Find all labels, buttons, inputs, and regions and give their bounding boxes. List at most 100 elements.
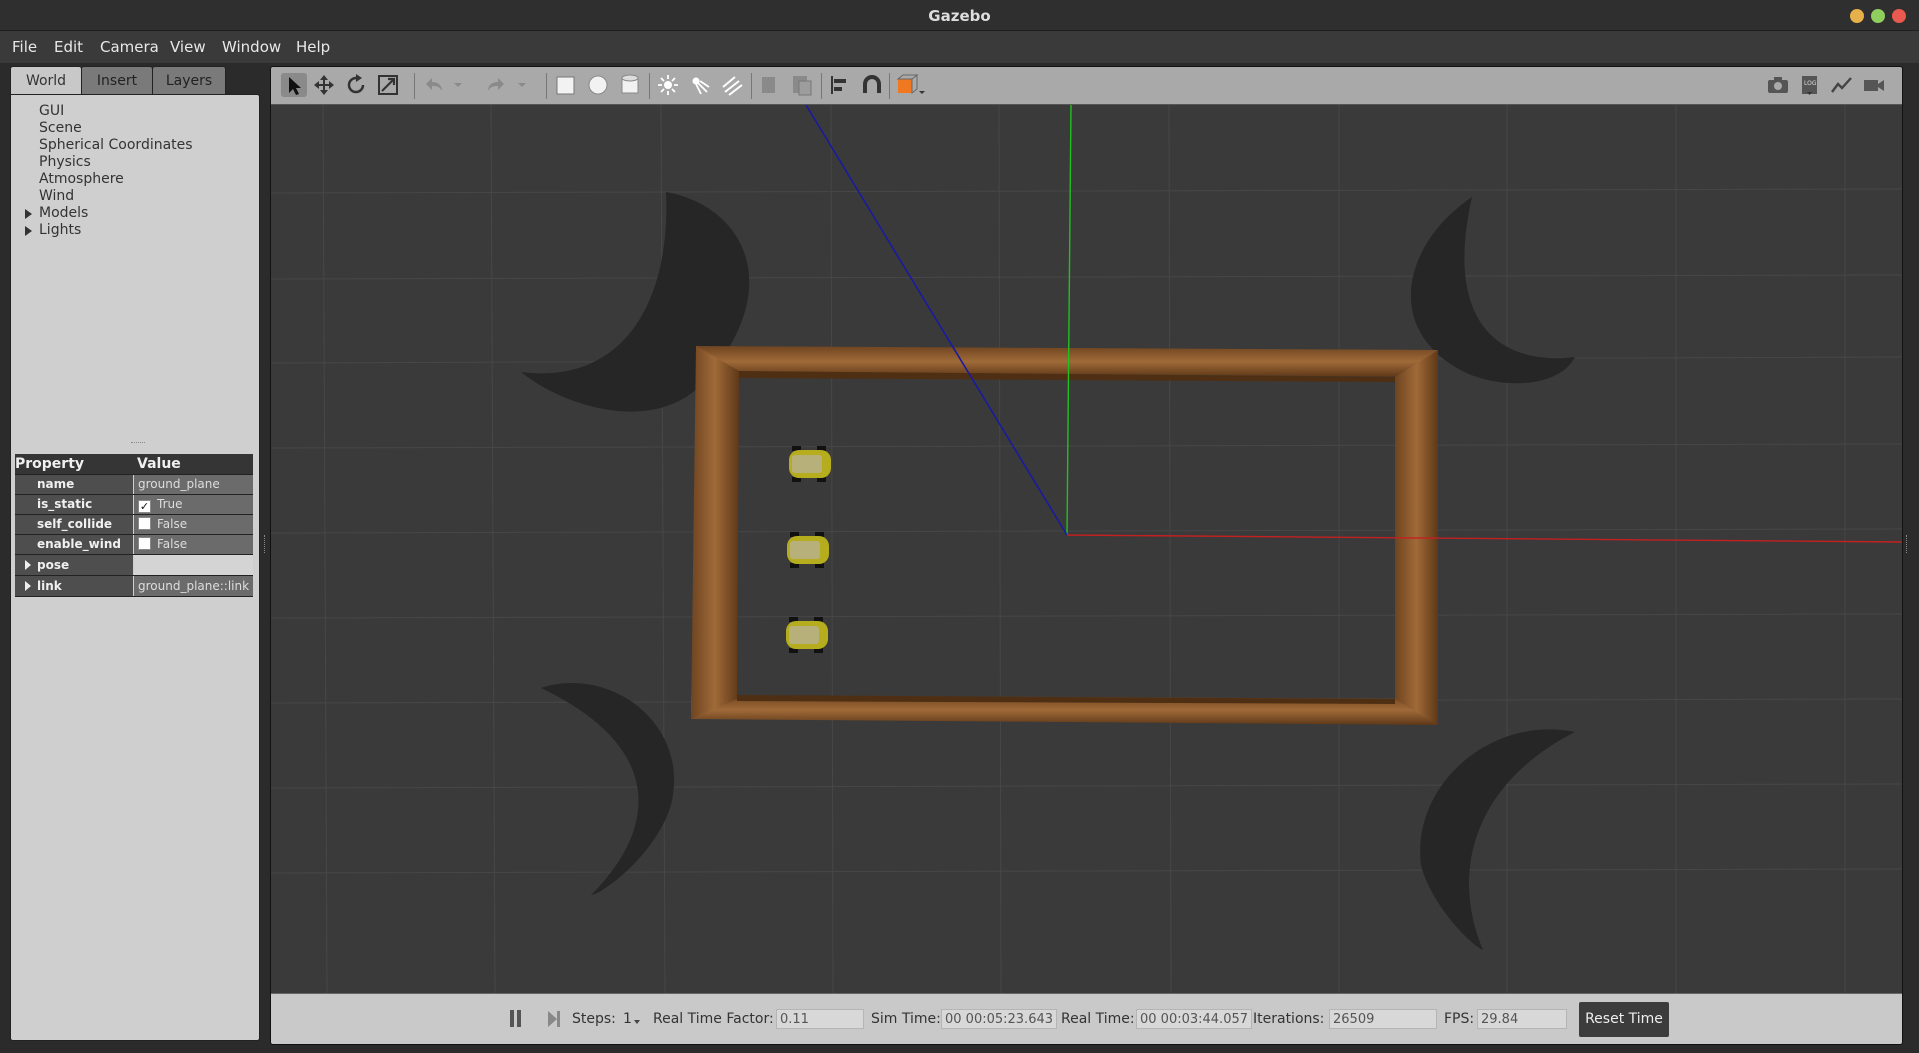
scale-icon[interactable] [375,73,401,97]
tab-world[interactable]: World [10,66,82,96]
tree-item-physics[interactable]: Physics [21,154,193,171]
time-panel: Steps: 1 Real Time Factor: 0.11 Sim Time… [271,993,1902,1044]
box-icon[interactable] [553,73,579,97]
world-tree: GUI Scene Spherical Coordinates Physics … [21,103,193,239]
tree-item-wind[interactable]: Wind [21,188,193,205]
log-icon[interactable]: LOG [1797,73,1823,97]
menu-edit[interactable]: Edit [54,38,83,56]
cylinder-icon[interactable] [617,73,643,97]
tab-layers[interactable]: Layers [152,66,226,96]
plot-icon[interactable] [1829,73,1855,97]
wooden-wall-enclosure [691,346,1438,725]
right-splitter-handle[interactable] [1906,535,1909,553]
toolbar-separator [821,73,822,99]
property-row-is-static[interactable]: is_static ✓ True [15,495,253,515]
tab-insert[interactable]: Insert [81,66,153,96]
menu-file[interactable]: File [12,38,37,56]
undo-history-icon[interactable] [451,73,465,97]
checkbox-unchecked[interactable] [138,537,151,550]
property-name: enable_wind [15,535,133,554]
property-value-cell: ✓ True [134,495,253,514]
snap-icon[interactable] [859,73,885,97]
tree-item-label: Wind [39,188,75,204]
property-name: is_static [15,495,133,514]
property-row-pose[interactable]: pose [15,555,253,576]
checkbox-unchecked[interactable] [138,517,151,530]
property-value-cell: False [134,515,253,534]
ground-grid [271,104,1902,994]
tree-item-spherical-coordinates[interactable]: Spherical Coordinates [21,137,193,154]
svg-text:LOG: LOG [1804,80,1817,87]
menu-bar: File Edit Camera View Window Help [0,31,1919,63]
tree-item-label: Atmosphere [39,171,124,187]
tree-item-lights[interactable]: Lights [21,222,193,239]
title-bar: Gazebo [0,0,1919,31]
pause-icon[interactable] [509,1010,523,1028]
point-light-icon[interactable] [655,73,681,97]
view-angle-icon[interactable] [895,73,929,97]
directional-light-icon[interactable] [719,73,745,97]
robot-car [786,617,828,653]
rotate-icon[interactable] [343,73,369,97]
menu-view[interactable]: View [170,38,206,56]
scene-canvas [271,104,1902,994]
property-row-enable-wind[interactable]: enable_wind False [15,535,253,555]
align-icon[interactable] [827,73,853,97]
expand-arrow-icon[interactable] [25,560,31,570]
copy-icon[interactable] [757,73,783,97]
reset-time-button[interactable]: Reset Time [1579,1002,1669,1037]
tree-item-gui[interactable]: GUI [21,103,193,120]
panel-splitter[interactable] [131,442,145,445]
property-name: name [15,475,133,494]
maximize-button[interactable] [1871,9,1885,23]
property-name: link [37,579,62,593]
tree-item-label: Physics [39,154,91,170]
property-name-expandable[interactable]: pose [15,555,133,575]
redo-icon[interactable] [483,73,509,97]
left-splitter-handle[interactable] [264,535,267,553]
real-time-value: 00 00:03:44.057 [1136,1009,1252,1029]
close-button[interactable] [1892,9,1906,23]
menu-window[interactable]: Window [222,38,281,56]
undo-icon[interactable] [421,73,447,97]
real-time-label: Real Time: [1061,1011,1135,1027]
sim-time-value: 00 00:05:23.643 [941,1009,1057,1029]
real-time-factor-label: Real Time Factor: [653,1011,774,1027]
toolbar-separator [889,73,890,99]
checkbox-checked[interactable]: ✓ [138,500,151,513]
spot-light-icon[interactable] [687,73,713,97]
expand-arrow-icon[interactable] [25,209,32,219]
menu-camera[interactable]: Camera [100,38,159,56]
steps-label: Steps: [572,1011,616,1027]
property-name-expandable[interactable]: link [15,576,133,596]
steps-value[interactable]: 1 [623,1011,632,1027]
redo-history-icon[interactable] [515,73,529,97]
real-time-factor-value: 0.11 [776,1009,864,1029]
3d-viewport[interactable] [271,104,1902,994]
expand-arrow-icon[interactable] [25,226,32,236]
screenshot-icon[interactable] [1765,73,1791,97]
property-value[interactable]: ground_plane [134,475,253,494]
expand-arrow-icon[interactable] [25,581,31,591]
tree-item-label: GUI [39,103,65,119]
tree-item-scene[interactable]: Scene [21,120,193,137]
minimize-button[interactable] [1850,9,1864,23]
record-video-icon[interactable] [1861,73,1887,97]
tree-item-atmosphere[interactable]: Atmosphere [21,171,193,188]
tree-item-models[interactable]: Models [21,205,193,222]
tree-item-label: Lights [39,222,82,238]
sphere-icon[interactable] [585,73,611,97]
select-icon[interactable] [281,73,307,97]
property-name: self_collide [15,515,133,534]
property-row-name[interactable]: name ground_plane [15,475,253,495]
paste-icon[interactable] [789,73,815,97]
menu-help[interactable]: Help [296,38,330,56]
property-row-self-collide[interactable]: self_collide False [15,515,253,535]
fps-label: FPS: [1444,1011,1475,1027]
step-icon[interactable] [547,1010,561,1028]
translate-icon[interactable] [311,73,337,97]
property-row-link[interactable]: link ground_plane::link [15,576,253,597]
chevron-down-icon[interactable] [634,1020,640,1024]
property-name: pose [37,558,70,572]
iterations-value: 26509 [1329,1009,1437,1029]
